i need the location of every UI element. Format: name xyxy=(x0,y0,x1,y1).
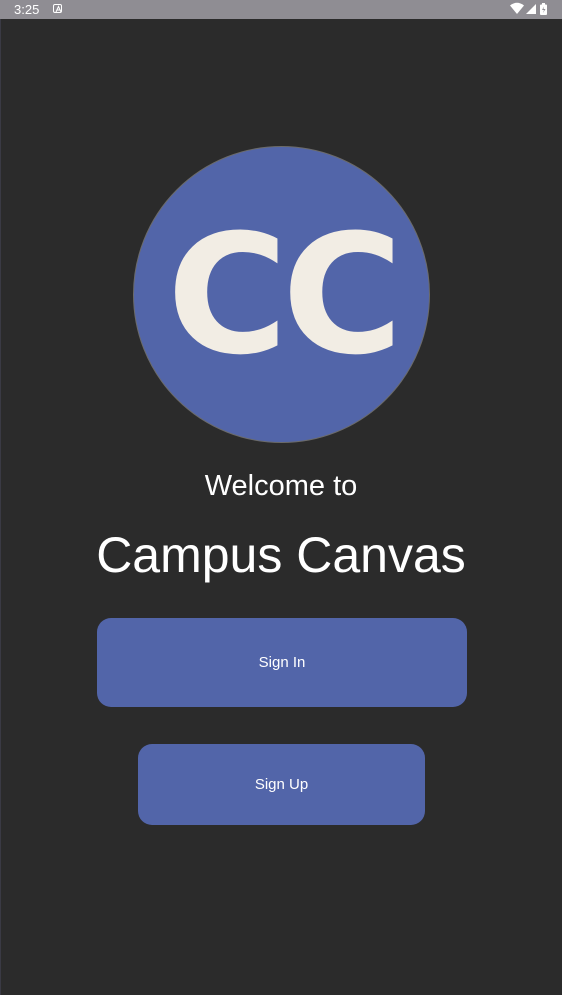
wifi-icon xyxy=(510,2,524,14)
sign-in-label: Sign In xyxy=(258,654,306,671)
welcome-screen: 3:25 CC Welcome to Campus Canvas Sign In… xyxy=(0,0,562,995)
signal-icon xyxy=(526,4,536,14)
app-name-title: Campus Canvas xyxy=(96,527,466,583)
battery-icon xyxy=(540,3,547,15)
sign-up-button[interactable]: Sign Up xyxy=(138,744,425,825)
status-icons xyxy=(510,2,550,17)
sign-up-label: Sign Up xyxy=(254,776,309,793)
screen-edge xyxy=(0,19,1,995)
status-bar: 3:25 xyxy=(0,0,562,19)
sign-in-button[interactable]: Sign In xyxy=(97,618,467,707)
logo-text: CC xyxy=(167,199,397,391)
status-time: 3:25 xyxy=(14,2,40,17)
text-a-icon xyxy=(53,4,62,13)
app-logo: CC xyxy=(133,146,430,443)
welcome-text: Welcome to xyxy=(204,470,358,502)
